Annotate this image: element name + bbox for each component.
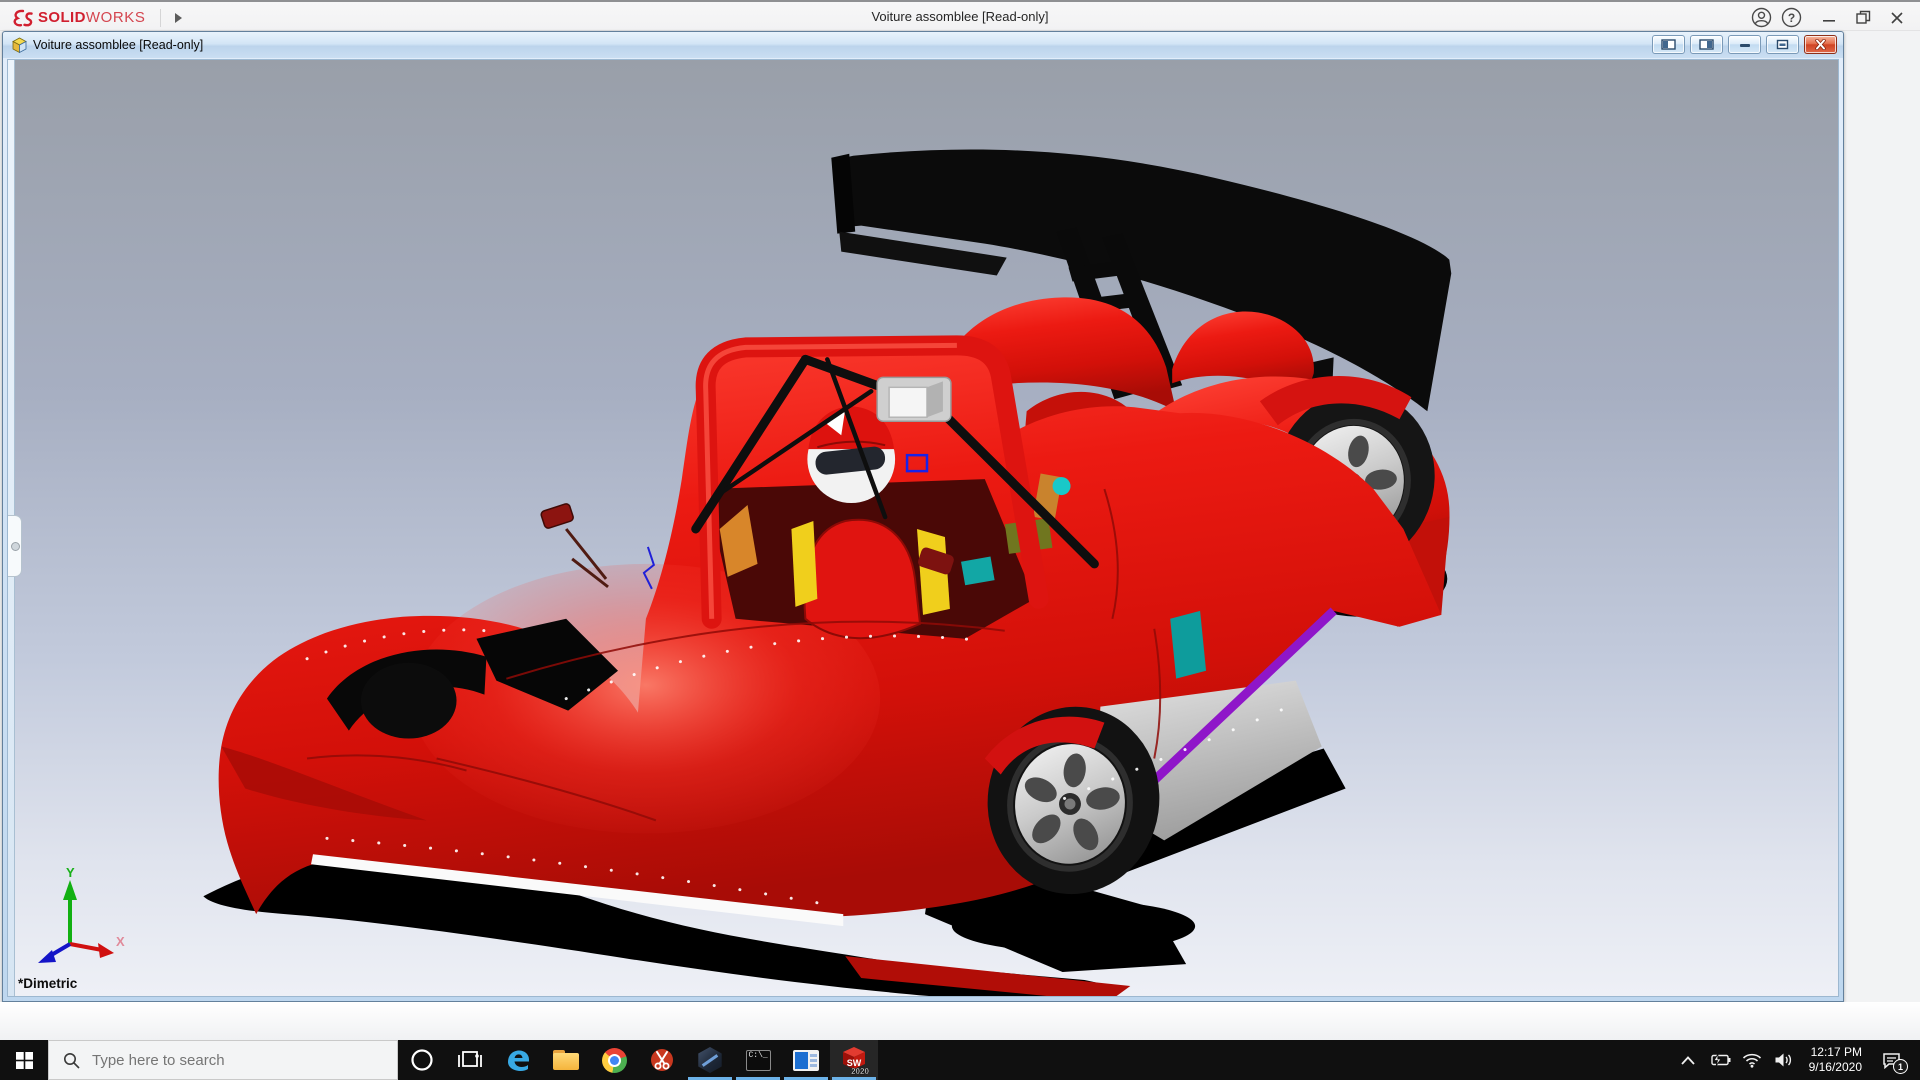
notification-badge: 1 <box>1893 1059 1908 1074</box>
battery-charging-icon <box>1709 1053 1731 1067</box>
document-title: Voiture assomblee [Read-only] <box>33 38 203 52</box>
wifi-icon <box>1742 1053 1762 1068</box>
clock-time: 12:17 PM <box>1809 1045 1862 1060</box>
help-button[interactable]: ? <box>1776 4 1806 31</box>
minimize-button[interactable] <box>1812 4 1846 31</box>
close-icon <box>1890 11 1904 25</box>
app-window-title: Voiture assomblee [Read-only] <box>871 2 1048 31</box>
split-pane-left-button[interactable] <box>1652 35 1685 54</box>
hexagon-app-icon <box>697 1047 723 1073</box>
restore-button[interactable] <box>1846 4 1880 31</box>
solidworks-logo: SOLIDWORKS <box>10 4 183 31</box>
document-close-icon <box>1814 39 1827 50</box>
account-button[interactable] <box>1746 4 1776 31</box>
cortana-icon <box>410 1048 434 1072</box>
clock-date: 9/16/2020 <box>1809 1060 1862 1075</box>
help-icon: ? <box>1781 7 1802 28</box>
media-app-icon <box>793 1050 819 1071</box>
app-titlebar: SOLIDWORKS Voiture assomblee [Read-only]… <box>0 0 1920 31</box>
status-bar <box>0 1002 1920 1040</box>
action-center-button[interactable]: 1 <box>1872 1040 1910 1080</box>
view-orientation-label: *Dimetric <box>18 976 77 991</box>
triad-y-label: Y <box>66 866 75 880</box>
tray-overflow-button[interactable] <box>1673 1040 1703 1080</box>
split-pane-left-icon <box>1661 39 1676 50</box>
taskbar-item-chrome[interactable] <box>590 1040 638 1080</box>
document-restore-button[interactable] <box>1766 35 1799 54</box>
taskbar-search[interactable] <box>48 1040 398 1080</box>
solidworks-2020-icon: SW 2020 <box>839 1045 869 1075</box>
toolbar-expand-chevron-icon[interactable] <box>173 12 183 24</box>
assembly-document-icon <box>11 37 28 54</box>
orientation-triad: Y X <box>30 866 126 970</box>
desktop: SOLIDWORKS Voiture assomblee [Read-only]… <box>0 0 1920 1080</box>
app-window-controls: ? <box>1746 4 1914 31</box>
brand-separator <box>160 9 161 27</box>
network-status[interactable] <box>1737 1040 1767 1080</box>
account-icon <box>1751 7 1772 28</box>
system-tray: 12:17 PM 9/16/2020 1 <box>1673 1040 1920 1080</box>
taskbar-item-snipping-tool[interactable] <box>638 1040 686 1080</box>
microsoft-edge-icon <box>505 1047 532 1074</box>
google-chrome-icon <box>602 1048 627 1073</box>
brand-solid: SOLID <box>38 9 86 26</box>
start-button[interactable] <box>0 1040 48 1080</box>
svg-text:2020: 2020 <box>851 1067 869 1075</box>
task-view-icon <box>458 1048 482 1072</box>
taskbar-item-command-prompt[interactable]: C:\_ <box>734 1040 782 1080</box>
car-model-3d[interactable] <box>8 60 1838 996</box>
document-restore-icon <box>1776 39 1789 50</box>
chevron-up-icon <box>1681 1056 1695 1065</box>
battery-status[interactable] <box>1705 1040 1735 1080</box>
volume-status[interactable] <box>1769 1040 1799 1080</box>
close-button[interactable] <box>1880 4 1914 31</box>
speaker-icon <box>1774 1052 1793 1068</box>
search-icon <box>63 1052 80 1069</box>
snipping-tool-icon <box>649 1047 675 1073</box>
taskbar-clock[interactable]: 12:17 PM 9/16/2020 <box>1801 1045 1870 1075</box>
taskbar-item-cortana[interactable] <box>398 1040 446 1080</box>
document-minimize-button[interactable] <box>1728 35 1761 54</box>
triad-x-label: X <box>116 934 125 949</box>
document-close-button[interactable] <box>1804 35 1837 54</box>
document-window: Voiture assomblee [Read-only] <box>2 31 1844 1002</box>
document-titlebar[interactable]: Voiture assomblee [Read-only] <box>3 32 1843 58</box>
taskbar-item-task-view[interactable] <box>446 1040 494 1080</box>
taskbar: C:\_ SW 2020 <box>0 1040 1920 1080</box>
document-minimize-icon <box>1739 40 1751 50</box>
command-prompt-icon: C:\_ <box>746 1050 771 1071</box>
document-window-controls <box>1647 35 1837 54</box>
taskbar-item-hexagon-app[interactable] <box>686 1040 734 1080</box>
dassault-3ds-logo-icon <box>10 8 34 28</box>
taskbar-item-edge[interactable] <box>494 1040 542 1080</box>
svg-text:?: ? <box>1787 11 1794 25</box>
taskbar-item-file-explorer[interactable] <box>542 1040 590 1080</box>
minimize-icon <box>1822 11 1836 25</box>
split-pane-right-button[interactable] <box>1690 35 1723 54</box>
file-explorer-icon <box>553 1050 579 1070</box>
taskbar-item-solidworks[interactable]: SW 2020 <box>830 1040 878 1080</box>
windows-start-icon <box>16 1052 33 1069</box>
search-input[interactable] <box>92 1052 342 1069</box>
taskbar-item-media-app[interactable] <box>782 1040 830 1080</box>
restore-icon <box>1856 10 1871 25</box>
feature-manager-splitter-handle[interactable] <box>8 515 22 577</box>
brand-works: WORKS <box>86 9 146 26</box>
split-pane-right-icon <box>1699 39 1714 50</box>
graphics-viewport[interactable]: Y X *Dimetric <box>7 59 1839 997</box>
